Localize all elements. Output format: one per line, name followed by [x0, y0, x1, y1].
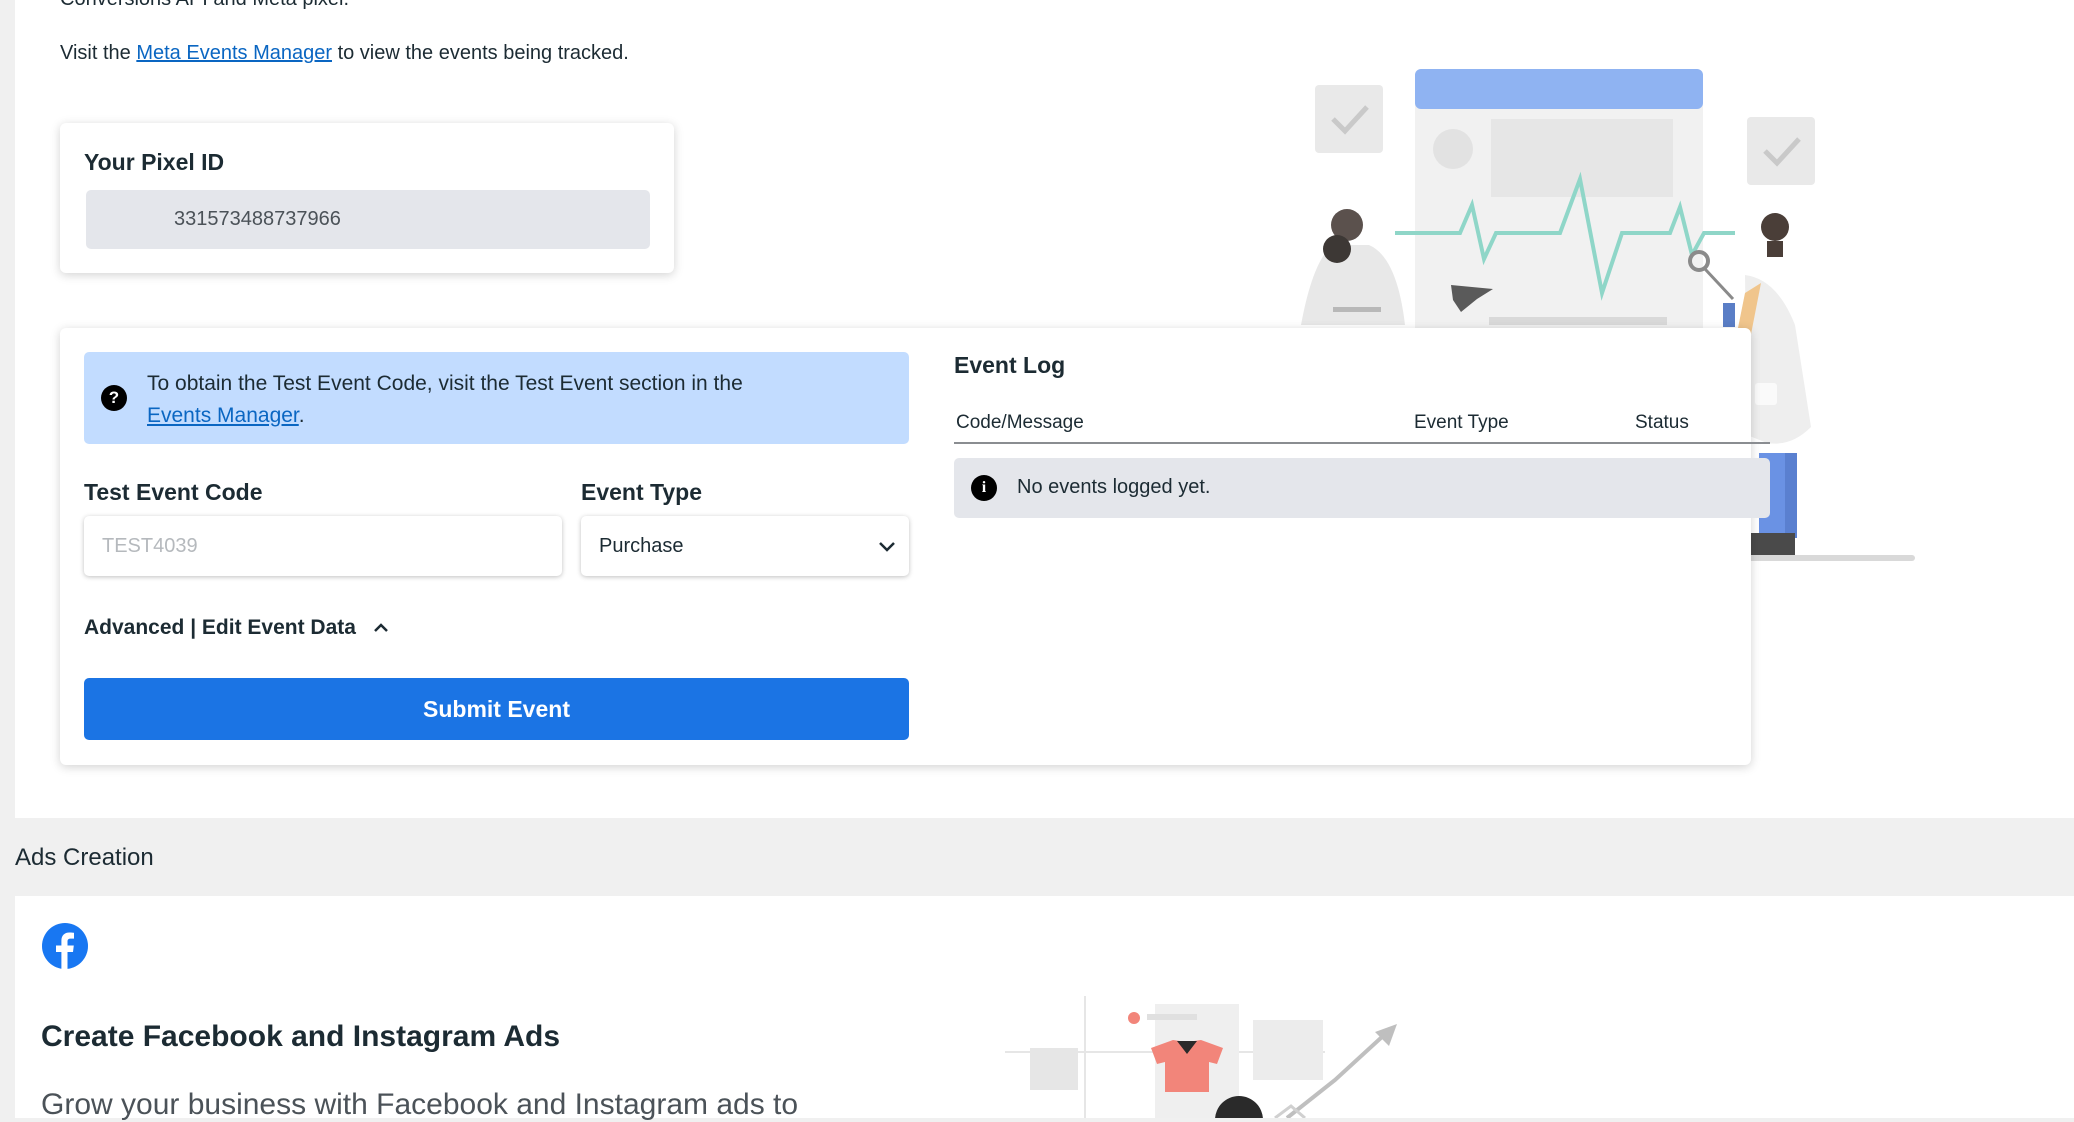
pixel-id-card: Your Pixel ID 331573488737966	[60, 123, 674, 273]
info-prefix: To obtain the Test Event Code, visit the…	[147, 372, 743, 395]
test-event-code-label: Test Event Code	[84, 479, 263, 505]
event-log-empty-state: i No events logged yet.	[954, 458, 1770, 518]
visit-prefix: Visit the	[60, 42, 131, 64]
facebook-logo-icon	[42, 923, 88, 969]
info-icon: i	[971, 475, 997, 501]
info-text: To obtain the Test Event Code, visit the…	[147, 368, 747, 432]
advanced-edit-toggle[interactable]: Advanced | Edit Event Data	[84, 616, 390, 640]
event-log-title: Event Log	[954, 352, 1066, 378]
question-icon: ?	[101, 385, 127, 411]
empty-message: No events logged yet.	[1017, 476, 1211, 498]
intro-text-partial: Conversions API and Meta pixel.	[60, 0, 349, 11]
test-event-info-box: ? To obtain the Test Event Code, visit t…	[84, 352, 909, 444]
ads-growth-illustration	[1005, 996, 1397, 1118]
submit-event-button[interactable]: Submit Event	[84, 678, 909, 740]
intro-visit-text: Visit the Meta Events Manager to view th…	[60, 42, 629, 65]
column-code-message: Code/Message	[956, 412, 1084, 433]
column-status: Status	[1635, 412, 1689, 433]
event-type-select[interactable]: Purchase	[581, 516, 909, 576]
pixel-id-field[interactable]: 331573488737966	[86, 190, 650, 249]
ads-title: Create Facebook and Instagram Ads	[41, 1020, 561, 1053]
ads-creation-section-title: Ads Creation	[15, 844, 154, 871]
info-suffix: .	[298, 404, 305, 427]
connection-panel: Conversions API and Meta pixel. Visit th…	[15, 0, 2074, 818]
meta-events-manager-link[interactable]: Meta Events Manager	[136, 42, 332, 64]
visit-suffix: to view the events being tracked.	[337, 42, 629, 64]
event-log-header: Code/Message Event Type Status	[954, 412, 1770, 444]
event-type-label: Event Type	[581, 479, 702, 505]
pixel-id-title: Your Pixel ID	[84, 149, 225, 175]
test-events-card: ? To obtain the Test Event Code, visit t…	[60, 328, 1770, 765]
ads-creation-panel: Create Facebook and Instagram Ads Grow y…	[15, 896, 2074, 1121]
column-event-type: Event Type	[1414, 412, 1509, 433]
chevron-down-icon	[879, 542, 895, 552]
events-manager-link[interactable]: Events Manager	[147, 404, 299, 427]
chevron-up-icon	[373, 623, 388, 633]
test-event-code-input[interactable]	[84, 516, 562, 576]
event-type-value: Purchase	[599, 535, 684, 557]
advanced-label: Advanced | Edit Event Data	[84, 616, 356, 639]
ads-description: Grow your business with Facebook and Ins…	[41, 1088, 799, 1121]
